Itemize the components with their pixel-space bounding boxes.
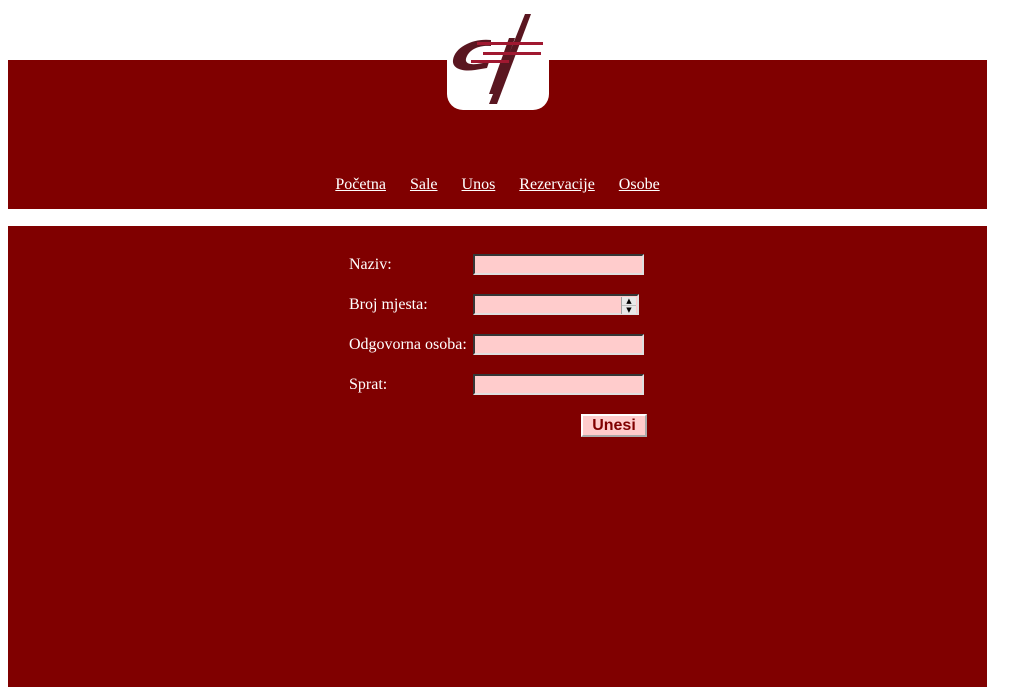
broj-mjesta-label: Broj mjesta:	[349, 296, 428, 313]
naziv-label: Naziv:	[349, 256, 392, 273]
number-spinner-icon[interactable]: ▲ ▼	[621, 297, 636, 314]
odgovorna-osoba-label: Odgovorna osoba:	[349, 336, 467, 353]
sprat-input[interactable]	[473, 374, 644, 395]
nav-link-osobe[interactable]: Osobe	[619, 176, 660, 193]
broj-mjesta-input[interactable]: ▲ ▼	[473, 294, 639, 315]
spin-up-icon[interactable]: ▲	[622, 297, 636, 306]
nav-link-unos[interactable]: Unos	[462, 176, 496, 193]
sprat-label: Sprat:	[349, 376, 388, 393]
main-nav: Početna Sale Unos Rezervacije Osobe	[8, 176, 987, 194]
naziv-input[interactable]	[473, 254, 644, 275]
unesi-button[interactable]: Unesi	[581, 414, 647, 437]
odgovorna-osoba-input[interactable]	[473, 334, 644, 355]
content-band: Naziv: Broj mjesta: ▲ ▼ Odgovorna osoba:…	[8, 226, 987, 687]
nav-link-sale[interactable]: Sale	[410, 176, 438, 193]
logo	[447, 10, 549, 110]
nav-link-pocetna[interactable]: Početna	[335, 176, 386, 193]
spin-down-icon[interactable]: ▼	[622, 306, 636, 314]
etf-logo-icon	[452, 14, 543, 104]
nav-link-rezervacije[interactable]: Rezervacije	[519, 176, 595, 193]
